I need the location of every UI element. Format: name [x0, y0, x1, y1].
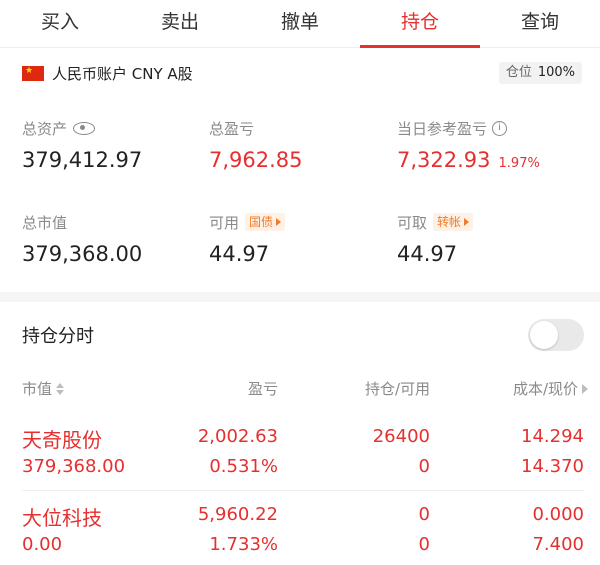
row-divider — [22, 490, 584, 491]
tab-positions[interactable]: 持仓 — [360, 0, 480, 48]
stock-market-value: 0.00 — [22, 534, 63, 555]
position-timing-row: 持仓分时 — [22, 318, 584, 352]
available-label: 可用 — [209, 213, 240, 232]
section-divider — [0, 292, 600, 302]
tab-sell[interactable]: 卖出 — [120, 0, 240, 47]
stock-name: 天奇股份 — [22, 428, 102, 452]
header-pnl-label: 盈亏 — [247, 380, 278, 398]
available-cell: 可用 国债 44.97 — [209, 212, 286, 266]
account-row[interactable]: ★ 人民币账户 CNY A股 仓位 100% — [22, 60, 582, 86]
stock-cost: 0.000 — [532, 504, 584, 525]
stock-available: 0 — [418, 456, 430, 477]
table-row[interactable]: 天奇股份 379,368.00 2,002.63 0.531% 26400 0 … — [0, 420, 600, 480]
stock-pnl-pct: 1.733% — [209, 534, 278, 555]
stock-holding: 0 — [418, 504, 430, 525]
today-pnl-row: 7,322.93 1.97% — [397, 148, 540, 172]
total-assets-label: 总资产 — [22, 119, 68, 138]
header-holding: 持仓/可用 — [365, 378, 430, 399]
position-label: 仓位 — [505, 65, 532, 80]
market-value-cell: 总市值 379,368.00 — [22, 212, 143, 267]
play-arrow-icon — [276, 218, 282, 226]
position-badge: 仓位 100% — [498, 62, 582, 84]
total-pnl-cell: 总盈亏 7,962.85 — [209, 118, 303, 173]
market-value-value: 379,368.00 — [22, 242, 143, 266]
withdrawable-cell: 可取 转帐 44.97 — [397, 212, 474, 266]
info-icon[interactable]: i — [492, 120, 508, 136]
stock-pnl: 5,960.22 — [197, 504, 278, 525]
account-label: 人民币账户 CNY A股 — [52, 64, 193, 83]
available-value: 44.97 — [209, 242, 270, 266]
bond-tag-button[interactable]: 国债 — [245, 213, 286, 231]
play-arrow-icon — [464, 218, 470, 226]
table-row[interactable]: 大位科技 0.00 5,960.22 1.733% 0 0 0.000 7.40… — [0, 498, 600, 558]
header-cost-label: 成本/现价 — [512, 380, 578, 398]
china-flag-icon: ★ — [22, 65, 44, 81]
stock-market-value: 379,368.00 — [22, 456, 126, 477]
today-pnl-value: 7,322.93 — [397, 148, 491, 172]
market-value-label: 总市值 — [22, 213, 68, 232]
position-value: 100% — [537, 65, 575, 80]
header-cost[interactable]: 成本/现价 — [513, 378, 588, 399]
transfer-tag-label: 转帐 — [437, 215, 462, 229]
eye-icon[interactable] — [73, 121, 96, 135]
header-market-value-label: 市值 — [22, 380, 53, 398]
tab-bar: 买入 卖出 撤单 持仓 查询 — [0, 0, 600, 48]
stock-price: 7.400 — [532, 534, 584, 555]
tab-buy[interactable]: 买入 — [0, 0, 120, 47]
chevron-right-icon — [582, 383, 588, 394]
total-pnl-value: 7,962.85 — [209, 148, 303, 172]
header-pnl: 盈亏 — [248, 378, 278, 399]
stock-cost: 14.294 — [521, 426, 584, 447]
today-pnl-label: 当日参考盈亏 — [397, 119, 488, 138]
tab-cancel[interactable]: 撤单 — [240, 0, 360, 47]
stock-name: 大位科技 — [22, 506, 102, 530]
total-assets-cell: 总资产 379,412.97 — [22, 118, 143, 173]
stock-available: 0 — [418, 534, 430, 555]
stock-price: 14.370 — [521, 456, 584, 477]
stock-pnl-pct: 0.531% — [209, 456, 278, 477]
sort-icon — [56, 382, 65, 395]
position-timing-toggle[interactable] — [528, 319, 584, 351]
header-market-value[interactable]: 市值 — [22, 378, 65, 399]
withdrawable-value: 44.97 — [397, 242, 458, 266]
header-holding-label: 持仓/可用 — [364, 380, 430, 398]
today-pnl-cell: 当日参考盈亏 i 7,322.93 1.97% — [397, 118, 540, 173]
toggle-knob — [530, 321, 558, 349]
total-pnl-label: 总盈亏 — [209, 119, 255, 138]
total-assets-value: 379,412.97 — [22, 148, 143, 172]
position-timing-label: 持仓分时 — [22, 326, 94, 347]
stock-holding: 26400 — [372, 426, 430, 447]
tab-query[interactable]: 查询 — [480, 0, 600, 47]
table-header: 市值 盈亏 持仓/可用 成本/现价 — [0, 374, 600, 402]
withdrawable-label: 可取 — [397, 213, 428, 232]
transfer-tag-button[interactable]: 转帐 — [433, 213, 474, 231]
stock-pnl: 2,002.63 — [197, 426, 278, 447]
bond-tag-label: 国债 — [249, 215, 274, 229]
today-pnl-pct: 1.97% — [498, 156, 540, 171]
